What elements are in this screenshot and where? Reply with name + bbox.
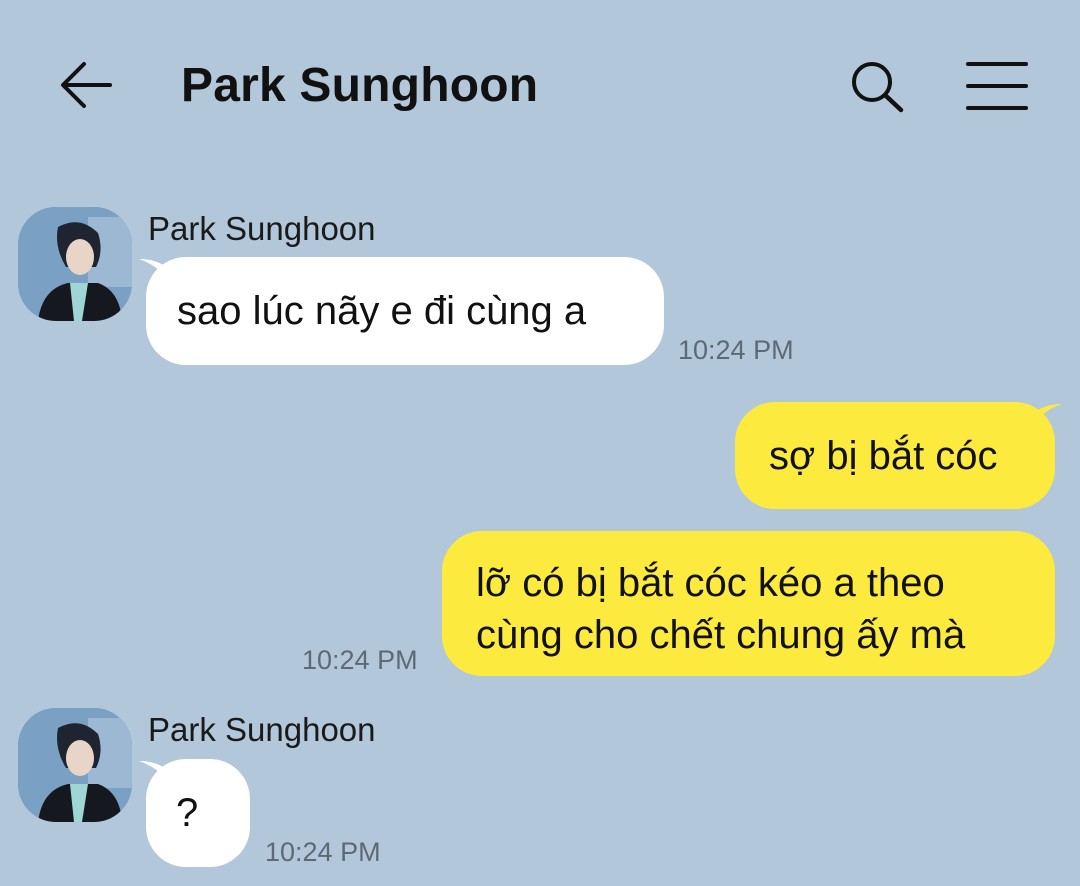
avatar[interactable]: [18, 207, 132, 321]
message-time: 10:24 PM: [265, 837, 381, 867]
message-text-line: cùng cho chết chung ấy mà: [476, 613, 966, 657]
chat-header: Park Sunghoon: [0, 0, 1080, 175]
sender-name: Park Sunghoon: [148, 711, 376, 748]
message-bubble[interactable]: sợ bị bắt cóc: [735, 402, 1055, 509]
message-time: 10:24 PM: [678, 335, 794, 365]
message-text: ?: [176, 791, 199, 835]
menu-button[interactable]: [958, 52, 1034, 122]
message-time: 10:24 PM: [302, 645, 418, 675]
back-button[interactable]: [52, 52, 122, 122]
sender-name: Park Sunghoon: [148, 210, 376, 247]
message-text: sao lúc nãy e đi cùng a: [177, 289, 587, 333]
avatar[interactable]: [18, 708, 132, 822]
arrow-left-icon: [61, 62, 112, 108]
message-bubble[interactable]: ?: [146, 759, 250, 867]
search-icon: [852, 62, 904, 113]
hamburger-menu-icon: [966, 62, 1028, 110]
message-text: sợ bị bắt cóc: [769, 434, 998, 478]
chat-title: Park Sunghoon: [181, 59, 539, 112]
message-bubble[interactable]: lỡ có bị bắt cóc kéo a theo cùng cho chế…: [442, 531, 1055, 676]
search-button[interactable]: [842, 52, 912, 122]
message-bubble[interactable]: sao lúc nãy e đi cùng a: [146, 257, 664, 365]
message-text-line: lỡ có bị bắt cóc kéo a theo: [476, 561, 945, 605]
